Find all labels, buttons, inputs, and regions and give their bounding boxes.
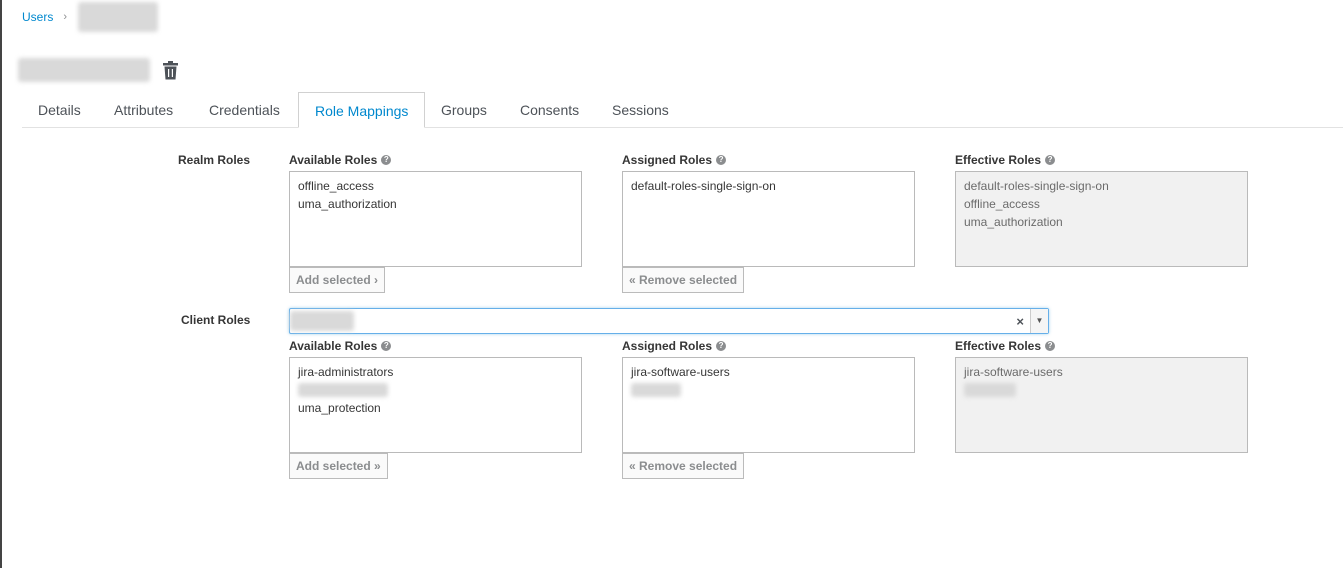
tab-groups[interactable]: Groups	[425, 92, 503, 128]
list-item[interactable]: default-roles-single-sign-on	[631, 177, 906, 195]
list-item[interactable]: offline_access	[298, 177, 573, 195]
tab-details[interactable]: Details	[22, 92, 97, 128]
tab-bar: Details Attributes Credentials Role Mapp…	[22, 92, 1343, 128]
help-icon[interactable]: ?	[716, 341, 727, 351]
client-assigned-roles-label: Assigned Roles	[622, 339, 713, 353]
list-item: jira-software-users	[964, 365, 1063, 379]
breadcrumb: Users ›	[22, 10, 75, 24]
redacted-page-title	[18, 58, 150, 82]
trash-icon[interactable]	[162, 61, 179, 80]
help-icon[interactable]: ?	[381, 341, 392, 351]
realm-available-roles-heading: Available Roles ?	[289, 153, 392, 167]
client-effective-roles-heading: Effective Roles ?	[955, 339, 1056, 353]
client-effective-roles-label: Effective Roles	[955, 339, 1042, 353]
chevron-down-icon[interactable]: ▼	[1030, 309, 1048, 333]
realm-assigned-roles-list[interactable]: default-roles-single-sign-on	[622, 171, 915, 267]
client-available-roles-heading: Available Roles ?	[289, 339, 392, 353]
list-item-redacted	[964, 381, 1239, 399]
client-remove-selected-button[interactable]: « Remove selected	[622, 453, 745, 479]
realm-remove-selected-button[interactable]: « Remove selected	[622, 267, 745, 293]
client-roles-label: Client Roles	[181, 313, 251, 327]
close-icon[interactable]: ×	[1016, 314, 1024, 329]
realm-available-roles-label: Available Roles	[289, 153, 378, 167]
realm-assigned-roles-heading: Assigned Roles ?	[622, 153, 727, 167]
tab-credentials[interactable]: Credentials	[193, 92, 296, 128]
list-item: default-roles-single-sign-on	[964, 179, 1109, 193]
realm-effective-roles-heading: Effective Roles ?	[955, 153, 1056, 167]
client-available-roles-label: Available Roles	[289, 339, 378, 353]
help-icon[interactable]: ?	[716, 155, 727, 165]
realm-available-roles-list[interactable]: offline_access uma_authorization	[289, 171, 582, 267]
list-item-redacted[interactable]	[298, 381, 573, 399]
breadcrumb-users-link[interactable]: Users	[22, 10, 53, 24]
window-edge	[0, 0, 2, 568]
client-assigned-roles-heading: Assigned Roles ?	[622, 339, 727, 353]
list-item: offline_access	[964, 197, 1040, 211]
client-assigned-roles-list[interactable]: jira-software-users	[622, 357, 915, 453]
client-available-roles-list[interactable]: jira-administrators uma_protection	[289, 357, 582, 453]
tab-role-mappings[interactable]: Role Mappings	[298, 92, 426, 128]
realm-assigned-roles-label: Assigned Roles	[622, 153, 713, 167]
list-item[interactable]: jira-software-users	[631, 363, 906, 381]
tab-sessions[interactable]: Sessions	[596, 92, 685, 128]
client-effective-roles-list: jira-software-users	[955, 357, 1248, 453]
client-add-selected-button[interactable]: Add selected »	[289, 453, 388, 479]
realm-add-selected-button[interactable]: Add selected ›	[289, 267, 386, 293]
realm-effective-roles-list: default-roles-single-sign-on offline_acc…	[955, 171, 1248, 267]
tab-consents[interactable]: Consents	[504, 92, 595, 128]
help-icon[interactable]: ?	[1045, 155, 1056, 165]
tab-attributes[interactable]: Attributes	[98, 92, 189, 128]
breadcrumb-separator: ›	[63, 11, 68, 23]
list-item[interactable]: uma_protection	[298, 399, 573, 417]
redacted-client-name	[290, 311, 354, 331]
realm-effective-roles-label: Effective Roles	[955, 153, 1042, 167]
realm-roles-label: Realm Roles	[178, 153, 251, 167]
list-item[interactable]: jira-administrators	[298, 363, 573, 381]
client-select[interactable]: × ▼	[289, 308, 1049, 334]
list-item-redacted[interactable]	[631, 381, 906, 399]
redacted-username-breadcrumb	[78, 2, 158, 32]
help-icon[interactable]: ?	[381, 155, 392, 165]
list-item: uma_authorization	[964, 215, 1063, 229]
list-item[interactable]: uma_authorization	[298, 195, 573, 213]
help-icon[interactable]: ?	[1045, 341, 1056, 351]
